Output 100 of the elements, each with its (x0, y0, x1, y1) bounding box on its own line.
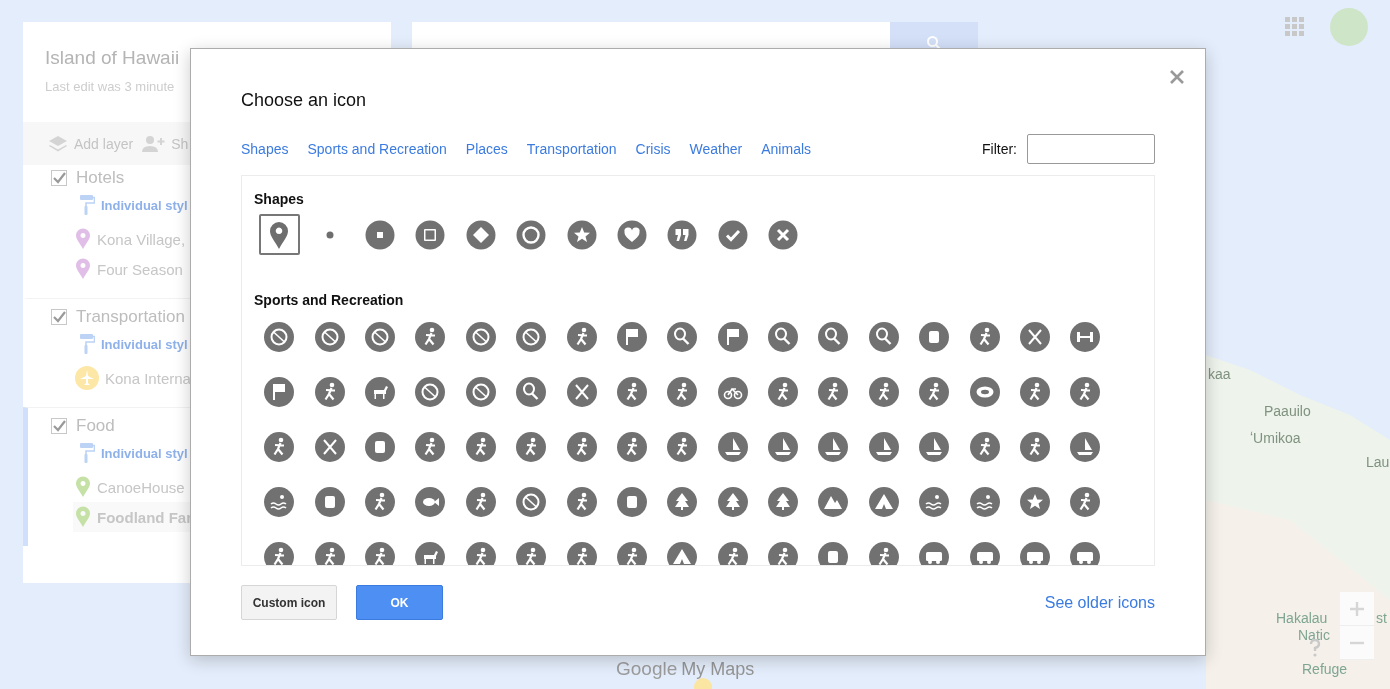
vehicle-icon[interactable] (919, 541, 950, 565)
person-icon[interactable] (566, 541, 597, 565)
person-icon[interactable] (1070, 376, 1101, 407)
animal-icon[interactable] (415, 541, 446, 565)
tree-icon[interactable] (717, 486, 748, 517)
person-icon[interactable] (768, 376, 799, 407)
layer-checkbox[interactable] (51, 170, 67, 186)
person-icon[interactable] (516, 541, 547, 565)
person-icon[interactable] (616, 376, 647, 407)
filter-label: Filter: (982, 141, 1017, 157)
tent-icon[interactable] (868, 486, 899, 517)
close-button[interactable] (1169, 69, 1185, 85)
layer-checkbox[interactable] (51, 309, 67, 325)
boat-icon[interactable] (1070, 431, 1101, 462)
cross-icon[interactable] (1020, 321, 1051, 352)
custom-icon-button[interactable]: Custom icon (241, 585, 337, 620)
person-icon[interactable] (868, 376, 899, 407)
paint-roller-icon (79, 442, 95, 464)
square-icon[interactable] (314, 486, 345, 517)
style-link[interactable]: Individual styl (101, 336, 188, 352)
person-icon[interactable] (314, 541, 345, 565)
category-link[interactable]: Shapes (241, 141, 289, 157)
tent-icon[interactable] (667, 541, 698, 565)
person-icon[interactable] (364, 541, 395, 565)
person-icon[interactable] (616, 431, 647, 462)
pin-icon[interactable] (258, 214, 300, 255)
waves-icon[interactable] (264, 486, 295, 517)
person-icon[interactable] (1020, 376, 1051, 407)
person-icon[interactable] (1020, 431, 1051, 462)
tree-icon[interactable] (768, 486, 799, 517)
square-icon[interactable] (919, 321, 950, 352)
person-icon[interactable] (969, 321, 1000, 352)
person-icon[interactable] (566, 321, 597, 352)
category-link[interactable]: Crisis (635, 141, 671, 157)
person-icon[interactable] (566, 431, 597, 462)
person-icon[interactable] (868, 541, 899, 565)
layer-checkbox[interactable] (51, 418, 67, 434)
person-icon[interactable] (415, 431, 446, 462)
boat-icon[interactable] (818, 431, 849, 462)
person-icon[interactable] (616, 541, 647, 565)
dumbbell-icon[interactable] (1070, 321, 1101, 352)
layer-name[interactable]: Transportation (76, 307, 185, 327)
person-icon[interactable] (264, 431, 295, 462)
person-icon[interactable] (717, 541, 748, 565)
person-icon[interactable] (516, 431, 547, 462)
disc-icon[interactable] (969, 376, 1000, 407)
waves-icon[interactable] (919, 486, 950, 517)
person-icon[interactable] (667, 376, 698, 407)
animal-icon[interactable] (364, 376, 395, 407)
flag-icon[interactable] (717, 321, 748, 352)
mountain-icon[interactable] (818, 486, 849, 517)
person-icon[interactable] (364, 486, 395, 517)
person-icon[interactable] (667, 431, 698, 462)
style-link[interactable]: Individual styl (101, 197, 188, 213)
category-link[interactable]: Sports and Recreation (307, 141, 447, 157)
person-icon[interactable] (919, 376, 950, 407)
vehicle-icon[interactable] (1070, 541, 1101, 565)
person-icon[interactable] (415, 321, 446, 352)
place-item[interactable]: Kona Village, (28, 224, 391, 254)
bicycle-icon[interactable] (717, 376, 748, 407)
category-link[interactable]: Places (465, 141, 508, 157)
boat-icon[interactable] (919, 431, 950, 462)
flag-icon[interactable] (264, 376, 295, 407)
flag-icon[interactable] (616, 321, 647, 352)
filter-field[interactable] (1027, 134, 1155, 164)
star-icon[interactable] (1020, 486, 1051, 517)
category-link[interactable]: Animals (761, 141, 812, 157)
person-icon[interactable] (264, 541, 295, 565)
boat-icon[interactable] (768, 431, 799, 462)
person-icon[interactable] (818, 376, 849, 407)
person-icon[interactable] (969, 431, 1000, 462)
person-icon[interactable] (465, 486, 496, 517)
vehicle-icon[interactable] (969, 541, 1000, 565)
ok-button[interactable]: OK (356, 585, 443, 620)
older-icons-link[interactable]: See older icons (1044, 593, 1155, 612)
person-icon[interactable] (314, 376, 345, 407)
person-icon[interactable] (465, 541, 496, 565)
place-item[interactable]: Four Season (28, 254, 391, 284)
place-item[interactable]: CanoeHouse (28, 472, 391, 502)
boat-icon[interactable] (717, 431, 748, 462)
vehicle-icon[interactable] (1020, 541, 1051, 565)
style-link[interactable]: Individual styl (101, 445, 188, 461)
fish-icon[interactable] (415, 486, 446, 517)
place-item[interactable]: Kona Interna (28, 363, 391, 393)
square-icon[interactable] (616, 486, 647, 517)
person-icon[interactable] (768, 541, 799, 565)
person-icon[interactable] (566, 486, 597, 517)
square-icon[interactable] (364, 431, 395, 462)
layer-name[interactable]: Hotels (76, 168, 125, 188)
cross-icon[interactable] (566, 376, 597, 407)
category-link[interactable]: Transportation (526, 141, 617, 157)
waves-icon[interactable] (969, 486, 1000, 517)
layer-name[interactable]: Food (76, 416, 115, 436)
cross-icon[interactable] (314, 431, 345, 462)
tree-icon[interactable] (667, 486, 698, 517)
person-icon[interactable] (1070, 486, 1101, 517)
person-icon[interactable] (465, 431, 496, 462)
boat-icon[interactable] (868, 431, 899, 462)
square-icon[interactable] (818, 541, 849, 565)
category-link[interactable]: Weather (689, 141, 743, 157)
